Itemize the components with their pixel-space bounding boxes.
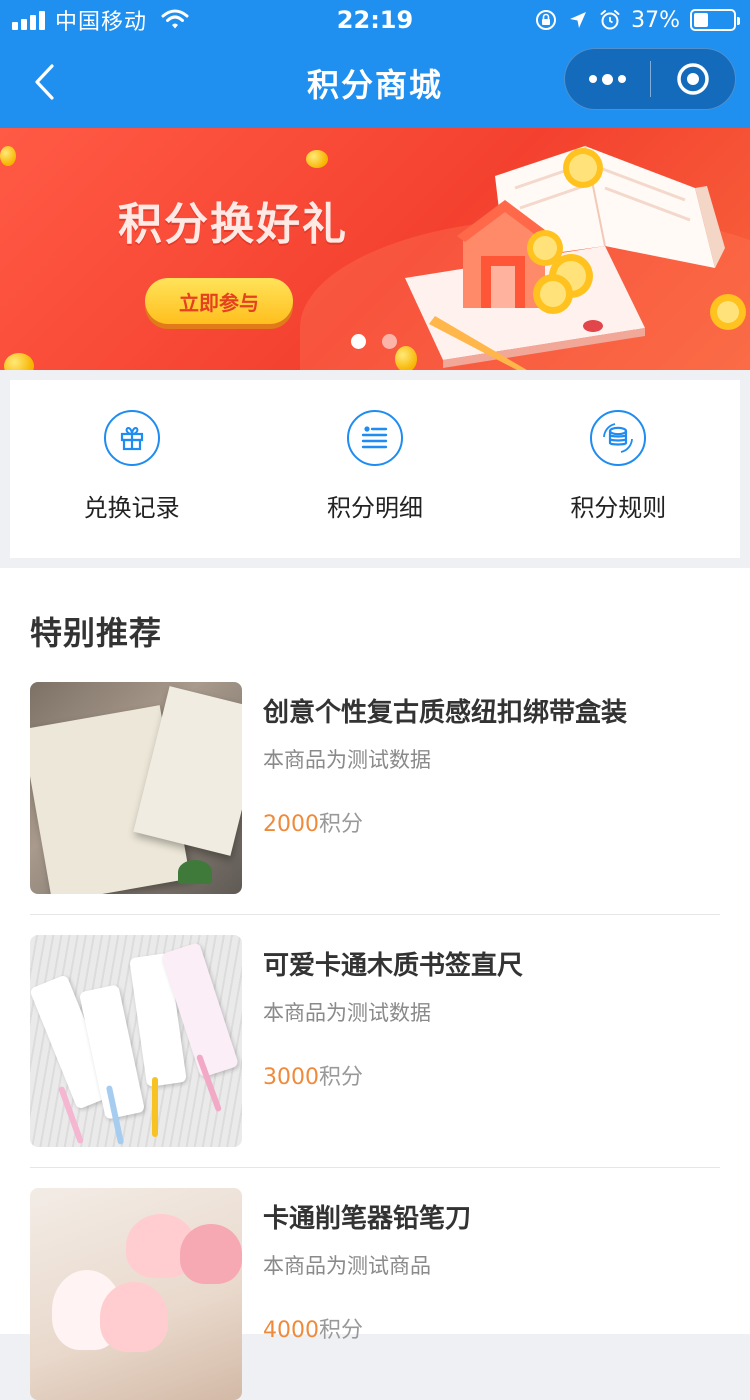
- join-now-button[interactable]: 立即参与: [145, 278, 293, 324]
- product-desc: 本商品为测试商品: [263, 1254, 431, 1278]
- promo-banner[interactable]: 积分换好礼 立即参与: [0, 128, 750, 370]
- product-price: 2000积分: [263, 806, 363, 838]
- price-unit: 积分: [319, 1318, 364, 1343]
- product-image: [30, 682, 242, 894]
- coin-decoration: [306, 150, 328, 168]
- product-item[interactable]: 卡通削笔器铅笔刀 本商品为测试商品 4000积分: [30, 1188, 720, 1400]
- product-image: [30, 1188, 242, 1400]
- orientation-lock-icon: [536, 10, 557, 30]
- mini-program-capsule: [564, 48, 736, 110]
- coin-decoration: [0, 146, 16, 166]
- product-name: 创意个性复古质感纽扣绑带盒装: [263, 698, 628, 728]
- banner-title: 积分换好礼: [118, 199, 348, 250]
- alarm-icon: [600, 10, 620, 30]
- battery-percent: 37%: [631, 7, 680, 33]
- price-value: 3000: [263, 1065, 319, 1090]
- app-header: 中国移动 22:19 37% 积分商城: [0, 0, 750, 128]
- product-image: [30, 935, 242, 1147]
- exchange-record-entry[interactable]: 兑换记录: [10, 380, 253, 558]
- product-desc: 本商品为测试数据: [263, 748, 431, 772]
- points-rules-entry[interactable]: 积分规则: [497, 380, 740, 558]
- status-bar: 中国移动 22:19 37%: [0, 0, 750, 40]
- price-unit: 积分: [319, 812, 364, 837]
- list-divider: [30, 914, 720, 915]
- nav-bar: 积分商城: [0, 40, 750, 128]
- recommend-section: 特别推荐 创意个性复古质感纽扣绑带盒装 本商品为测试数据 2000积分 可爱卡通…: [0, 568, 750, 1400]
- banner-dot-2[interactable]: [382, 334, 397, 349]
- coin-decoration: [4, 353, 34, 370]
- status-right: 37%: [535, 6, 740, 34]
- battery-icon: [690, 9, 740, 31]
- shop-book-illustration: [405, 145, 746, 370]
- target-circle-icon: [677, 63, 709, 95]
- banner-dot-1[interactable]: [351, 334, 366, 349]
- quick-entry-label: 积分规则: [570, 494, 667, 522]
- quick-entry-label: 兑换记录: [83, 494, 180, 522]
- more-button[interactable]: [565, 48, 650, 110]
- banner-indicators: [351, 334, 397, 349]
- section-title: 特别推荐: [30, 614, 163, 652]
- quick-entry-bar: 兑换记录 积分明细 积分规则: [10, 380, 740, 558]
- points-detail-entry[interactable]: 积分明细: [253, 380, 496, 558]
- product-item[interactable]: 可爱卡通木质书签直尺 本商品为测试数据 3000积分: [30, 935, 720, 1147]
- list-icon: [346, 410, 403, 466]
- battery-level: [694, 13, 709, 27]
- location-icon: [570, 12, 587, 28]
- product-price: 3000积分: [263, 1059, 363, 1091]
- quick-entry-label: 积分明细: [326, 494, 423, 522]
- product-name: 可爱卡通木质书签直尺: [263, 951, 524, 981]
- product-desc: 本商品为测试数据: [263, 1001, 431, 1025]
- price-unit: 积分: [319, 1065, 364, 1090]
- product-name: 卡通削笔器铅笔刀: [263, 1204, 472, 1234]
- more-dots-icon: [588, 73, 626, 85]
- price-value: 4000: [263, 1318, 319, 1343]
- list-divider: [30, 1167, 720, 1168]
- gift-icon: [103, 410, 160, 466]
- price-value: 2000: [263, 812, 319, 837]
- product-price: 4000积分: [263, 1312, 363, 1344]
- product-item[interactable]: 创意个性复古质感纽扣绑带盒装 本商品为测试数据 2000积分: [30, 682, 720, 894]
- close-mini-program-button[interactable]: [651, 48, 736, 110]
- coins-icon: [590, 410, 647, 466]
